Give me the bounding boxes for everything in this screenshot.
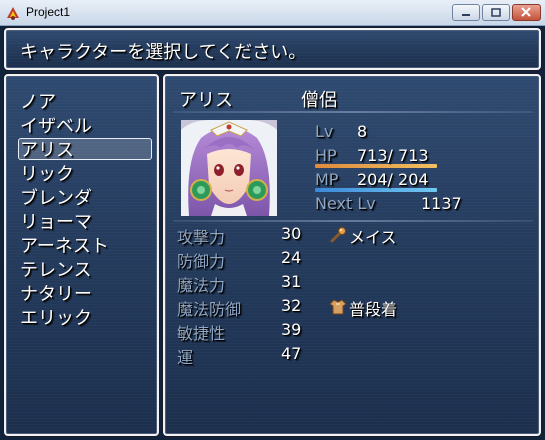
- actor-item[interactable]: ブレンダ: [20, 184, 92, 210]
- param-value-luck: 47: [281, 344, 302, 363]
- actor-list-window: ノア イザベル アリス リック ブレンダ リョーマ アーネスト テレンス ナタリ…: [4, 74, 159, 436]
- next-level-label: Next Lv: [315, 194, 376, 213]
- param-label-attack: 攻撃力: [177, 228, 226, 247]
- rpgmaker-app-icon: [7, 7, 19, 20]
- window-title: Project1: [26, 5, 71, 19]
- actor-item-selected[interactable]: アリス: [20, 136, 74, 162]
- equipment-armor-name: 普段着: [349, 300, 398, 319]
- hp-value: 713/ 713: [357, 146, 429, 165]
- param-value-magic: 31: [281, 272, 302, 291]
- divider: [173, 220, 533, 222]
- param-value-magic-defense: 32: [281, 296, 302, 315]
- actor-item[interactable]: ナタリー: [20, 280, 92, 306]
- minimize-button[interactable]: [452, 4, 480, 21]
- actor-name: アリス: [179, 90, 233, 111]
- actor-item[interactable]: テレンス: [20, 256, 92, 282]
- param-label-defense: 防御力: [177, 252, 226, 271]
- level-value: 8: [357, 122, 368, 141]
- equipment-weapon-name: メイス: [349, 228, 397, 247]
- actor-item[interactable]: イザベル: [20, 112, 92, 138]
- param-label-agility: 敏捷性: [177, 324, 226, 343]
- actor-item[interactable]: アーネスト: [20, 232, 109, 258]
- hp-label: HP: [315, 146, 337, 165]
- actor-item[interactable]: リック: [20, 160, 74, 186]
- help-window: キャラクターを選択してください。: [4, 28, 541, 70]
- actor-class: 僧侶: [301, 90, 337, 111]
- param-label-luck: 運: [177, 348, 194, 367]
- param-label-magic-defense: 魔法防御: [177, 300, 242, 319]
- actor-face-portrait: [181, 120, 277, 216]
- game-screen: キャラクターを選択してください。 ノア イザベル アリス リック ブレンダ リョ…: [0, 26, 545, 440]
- actor-item[interactable]: ノア: [20, 88, 56, 114]
- mp-value: 204/ 204: [357, 170, 429, 189]
- next-level-value: 1137: [421, 194, 462, 213]
- param-label-magic: 魔法力: [177, 276, 226, 295]
- mace-icon: [330, 227, 346, 243]
- param-value-defense: 24: [281, 248, 302, 267]
- status-window: アリス 僧侶 Lv 8 HP 713/ 713 MP 204/ 204 Next…: [163, 74, 541, 436]
- window-titlebar: Project1: [0, 0, 545, 26]
- param-value-attack: 30: [281, 224, 302, 243]
- minimize-icon: [462, 14, 470, 16]
- close-icon: [521, 7, 531, 17]
- mp-label: MP: [315, 170, 339, 189]
- clothing-icon: [329, 299, 347, 315]
- divider: [173, 111, 533, 113]
- actor-item[interactable]: リョーマ: [20, 208, 92, 234]
- maximize-icon: [491, 8, 501, 17]
- close-button[interactable]: [512, 4, 541, 21]
- actor-item[interactable]: エリック: [20, 304, 92, 330]
- help-text: キャラクターを選択してください。: [20, 42, 307, 63]
- maximize-button[interactable]: [482, 4, 510, 21]
- param-value-agility: 39: [281, 320, 302, 339]
- level-label: Lv: [315, 122, 334, 141]
